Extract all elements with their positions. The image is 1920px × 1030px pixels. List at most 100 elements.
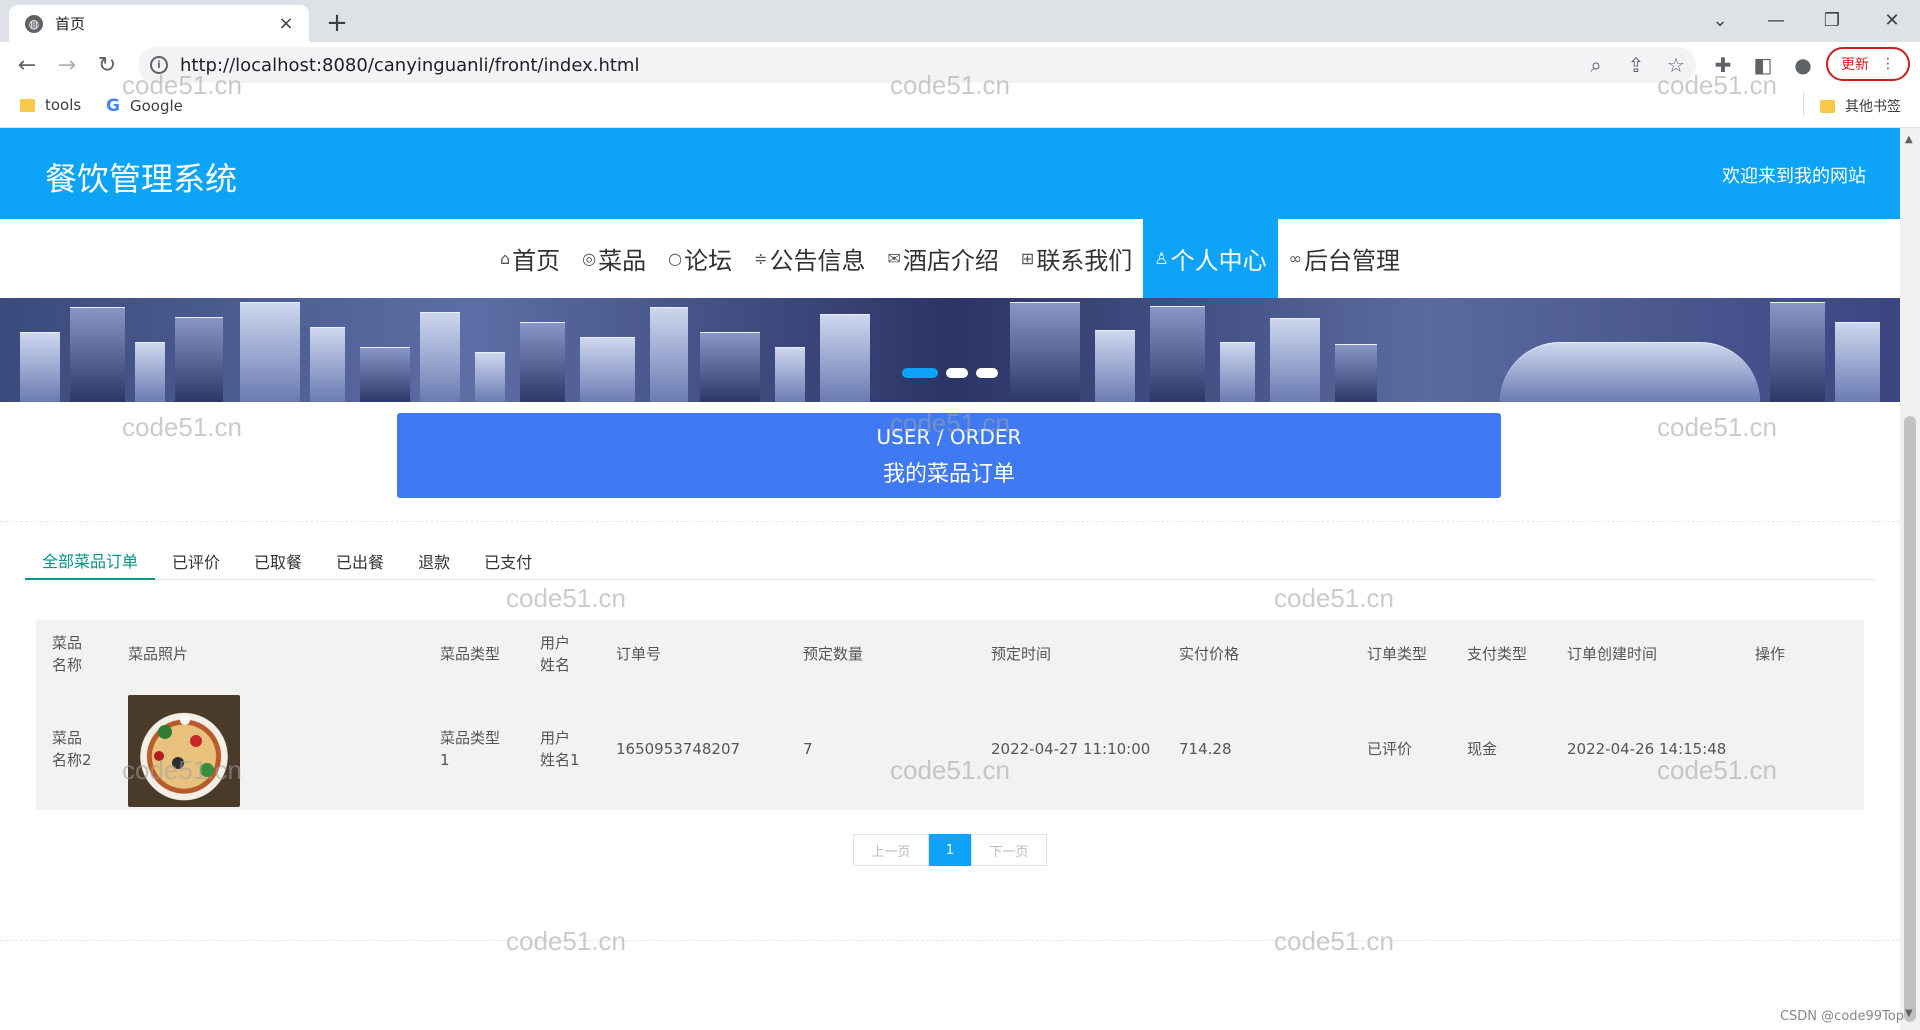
tab-search-icon[interactable]: ⌄	[1692, 0, 1748, 40]
browser-toolbar: ← → ↻ i http://localhost:8080/canyinguan…	[0, 42, 1920, 88]
tab-refund[interactable]: 退款	[401, 542, 467, 580]
order-title-en: USER / ORDER	[876, 425, 1022, 449]
carousel-dot-1[interactable]	[902, 368, 938, 378]
banner-building	[1095, 330, 1135, 402]
menu-dots-icon: ⋮	[1881, 56, 1895, 72]
bookmark-tools[interactable]: tools	[20, 96, 81, 114]
profile-icon[interactable]: ●	[1787, 51, 1819, 79]
banner-building	[1770, 302, 1825, 402]
prev-page-button[interactable]: 上一页	[853, 834, 929, 866]
banner-building	[700, 332, 760, 402]
extensions-icon[interactable]: ✚	[1707, 51, 1739, 79]
banner-building	[1270, 318, 1320, 402]
banner-building	[650, 307, 688, 402]
pagination: 上一页 1 下一页	[853, 834, 1047, 866]
cell-created-time: 2022-04-26 14:15:48	[1567, 740, 1727, 758]
scrollbar-thumb[interactable]	[1904, 416, 1916, 1022]
carousel-dot-2[interactable]	[946, 368, 968, 378]
nav-contact[interactable]: ⊞ 联系我们	[1010, 219, 1143, 298]
banner-building	[420, 312, 460, 402]
bookmark-star-icon[interactable]: ☆	[1656, 53, 1696, 77]
cell-quantity: 7	[803, 740, 813, 758]
banner-building	[1010, 302, 1080, 402]
tab-paid[interactable]: 已支付	[467, 542, 549, 580]
welcome-text: 欢迎来到我的网站	[1722, 166, 1866, 187]
dish-icon: ◎	[582, 249, 597, 268]
header-order-type: 订单类型	[1367, 645, 1428, 663]
current-page-button[interactable]: 1	[929, 834, 971, 866]
order-status-tabs: 全部菜品订单 已评价 已取餐 已出餐 退款 已支付	[25, 542, 1875, 580]
nav-forum[interactable]: ○ 论坛	[657, 219, 743, 298]
page-scrollbar[interactable]: ▲ ▼	[1900, 128, 1920, 1030]
tab-close-icon[interactable]: ×	[273, 11, 299, 37]
tab-all-orders[interactable]: 全部菜品订单	[25, 542, 156, 580]
banner-building	[475, 352, 505, 402]
order-title-cn: 我的菜品订单	[882, 462, 1015, 487]
tab-reviewed[interactable]: 已评价	[155, 542, 237, 580]
table-row[interactable]: 菜品 名称2 菜品类型 1 用户 姓名1 1650953748207 7 202…	[36, 688, 1864, 810]
back-icon[interactable]: ←	[11, 49, 43, 81]
banner-building	[135, 342, 165, 402]
banner-building	[1150, 306, 1205, 402]
bookmark-divider	[1803, 92, 1804, 116]
nav-label: 联系我们	[1036, 247, 1133, 275]
banner-building	[20, 332, 60, 402]
restore-icon[interactable]: ❐	[1804, 0, 1860, 40]
bookmarks-bar: tools G Google 其他书签	[0, 88, 1920, 128]
header-quantity: 预定数量	[803, 645, 864, 663]
header-reserve-time: 预定时间	[991, 645, 1052, 663]
header-dish-name: 菜品 名称	[52, 634, 83, 674]
bookmark-label: 其他书签	[1845, 99, 1901, 115]
cell-pay-type: 现金	[1467, 740, 1498, 758]
order-table: 菜品 名称 菜品照片 菜品类型 用户 姓名 订单号 预定数量 预定时间 实付价格…	[36, 620, 1864, 810]
url-text[interactable]: http://localhost:8080/canyinguanli/front…	[180, 55, 1576, 76]
minimize-icon[interactable]: —	[1748, 0, 1804, 40]
scroll-up-icon[interactable]: ▲	[1905, 134, 1913, 145]
next-page-button[interactable]: 下一页	[971, 834, 1047, 866]
banner-building	[310, 327, 345, 402]
share-icon[interactable]: ⇪	[1616, 53, 1656, 77]
scroll-down-icon[interactable]: ▼	[1905, 1008, 1913, 1019]
topping-shape	[172, 757, 184, 769]
topping-shape	[154, 751, 164, 761]
update-button[interactable]: 更新 ⋮	[1826, 47, 1910, 81]
cell-order-no: 1650953748207	[616, 740, 741, 758]
gift-icon: ⊞	[1020, 249, 1035, 268]
header-created-time: 订单创建时间	[1567, 645, 1658, 663]
new-tab-button[interactable]: +	[322, 8, 352, 38]
dish-photo	[128, 695, 240, 807]
web-page: 餐饮管理系统 欢迎来到我的网站 ⌂ 首页 ◎ 菜品 ○ 论坛 ≑ 公告信息 ✉ 酒店介绍 …	[0, 128, 1900, 1030]
nav-hotel-intro[interactable]: ✉ 酒店介绍	[877, 219, 1010, 298]
nav-announcements[interactable]: ≑ 公告信息	[743, 219, 876, 298]
browser-tab[interactable]: ◍ 首页 ×	[9, 5, 309, 42]
forward-icon[interactable]: →	[51, 49, 83, 81]
nav-personal-center[interactable]: ♙ 个人中心	[1143, 219, 1278, 298]
user-icon: ♙	[1154, 249, 1169, 268]
topping-shape	[180, 715, 190, 725]
tab-picked-up[interactable]: 已取餐	[237, 542, 319, 580]
order-title-box: USER / ORDER 我的菜品订单	[397, 413, 1501, 498]
tab-served[interactable]: 已出餐	[319, 542, 401, 580]
address-bar[interactable]: i http://localhost:8080/canyinguanli/fro…	[138, 47, 1696, 83]
nav-admin[interactable]: ∞ 后台管理	[1278, 219, 1411, 298]
google-icon: G	[106, 96, 120, 116]
bookmark-google[interactable]: G Google	[106, 96, 183, 116]
header-order-no: 订单号	[616, 645, 662, 663]
bookmark-other[interactable]: 其他书签	[1820, 96, 1901, 116]
banner-carousel[interactable]	[0, 298, 1900, 402]
nav-label: 论坛	[684, 247, 733, 275]
zoom-icon[interactable]: ⌕	[1576, 53, 1616, 77]
forum-icon: ○	[668, 249, 683, 268]
site-info-icon[interactable]: i	[150, 56, 168, 74]
banner-building	[360, 347, 410, 402]
carousel-dot-3[interactable]	[976, 368, 998, 378]
banner-building	[580, 337, 635, 402]
nav-home[interactable]: ⌂ 首页	[489, 219, 571, 298]
announcement-icon: ≑	[754, 249, 768, 268]
nav-dishes[interactable]: ◎ 菜品	[571, 219, 657, 298]
reload-icon[interactable]: ↻	[91, 49, 123, 81]
close-window-icon[interactable]: ✕	[1864, 0, 1920, 40]
folder-icon	[20, 98, 35, 112]
side-panel-icon[interactable]: ◧	[1747, 51, 1779, 79]
banner-building	[1835, 322, 1880, 402]
